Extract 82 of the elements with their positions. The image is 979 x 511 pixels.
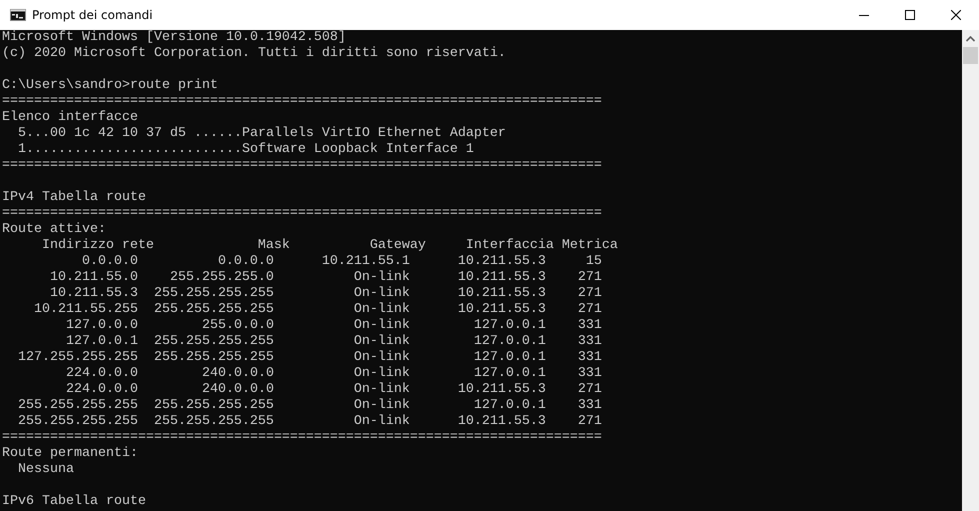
separator-line: =========================================================================== (2, 430, 602, 446)
console-line: 1...........................Software Loopback Interface 1 (16, 142, 474, 158)
table-cell: 10.211.55.255 (34, 302, 138, 317)
console-line: (c) 2020 Microsoft Corporation. Tutti i diritti sono riservati. (2, 46, 506, 62)
console-line: Elenco interfacce (2, 110, 138, 126)
table-cell: 240.0.0.0 (202, 366, 274, 381)
table-cell: On-link (354, 318, 410, 333)
table-cell: 255.255.255.0 (170, 270, 274, 285)
table-cell: On-link (354, 334, 410, 349)
table-cell: 255.255.255.255 (18, 414, 138, 429)
separator-line: =========================================================================== (2, 94, 602, 110)
table-cell: 271 (578, 270, 602, 285)
table-cell: On-link (354, 398, 410, 413)
console-line: Microsoft Windows [Versione 10.0.19042.508] (2, 30, 346, 46)
table-cell: 127.0.0.0 (66, 318, 138, 333)
table-cell: 331 (578, 366, 602, 381)
table-cell: 255.0.0.0 (202, 318, 274, 333)
separator-line: =========================================================================== (2, 158, 602, 174)
table-cell: 271 (578, 382, 602, 397)
table-cell: 127.0.0.1 (474, 318, 546, 333)
column-header: Gateway (370, 238, 426, 253)
table-cell: 10.211.55.3 (458, 302, 546, 317)
table-cell: 10.211.55.1 (322, 254, 410, 269)
table-cell: 271 (578, 414, 602, 429)
table-cell: 271 (578, 286, 602, 301)
console-line: 5...00 1c 42 10 37 d5 ......Parallels VirtIO Ethernet Adapter (16, 126, 506, 142)
table-cell: 331 (578, 398, 602, 413)
console-line: C:\Users\sandro>route print (2, 78, 218, 94)
table-cell: 331 (578, 334, 602, 349)
table-cell: On-link (354, 302, 410, 317)
console-line: IPv4 Tabella route (2, 190, 146, 206)
table-cell: 127.0.0.1 (474, 398, 546, 413)
table-cell: 127.255.255.255 (18, 350, 138, 365)
table-cell: 224.0.0.0 (66, 382, 138, 397)
table-cell: On-link (354, 270, 410, 285)
table-cell: 224.0.0.0 (66, 366, 138, 381)
table-cell: 127.0.0.1 (474, 334, 546, 349)
table-cell: 255.255.255.255 (154, 302, 274, 317)
separator-line: =========================================================================== (2, 206, 602, 222)
table-cell: 15 (586, 254, 602, 269)
table-cell: 127.0.0.1 (474, 366, 546, 381)
table-cell: 0.0.0.0 (82, 254, 138, 269)
console-icon (10, 9, 26, 21)
table-cell: On-link (354, 414, 410, 429)
table-cell: 10.211.55.3 (458, 382, 546, 397)
table-cell: 127.0.0.1 (66, 334, 138, 349)
console-line: Nessuna (16, 462, 74, 478)
column-header: Interfaccia (466, 238, 554, 253)
scroll-up-icon[interactable] (966, 36, 975, 42)
table-cell: 10.211.55.3 (50, 286, 138, 301)
table-cell: 10.211.55.3 (458, 286, 546, 301)
scrollbar[interactable] (962, 30, 979, 511)
window-title: Prompt dei comandi (32, 8, 153, 22)
close-icon (951, 10, 961, 20)
console-line: IPv6 Tabella route (2, 494, 146, 510)
table-cell: 255.255.255.255 (154, 286, 274, 301)
table-cell: 240.0.0.0 (202, 382, 274, 397)
table-cell: On-link (354, 382, 410, 397)
table-cell: On-link (354, 366, 410, 381)
table-cell: On-link (354, 286, 410, 301)
table-cell: 255.255.255.255 (154, 334, 274, 349)
table-cell: 10.211.55.3 (458, 414, 546, 429)
column-header: Metrica (562, 238, 618, 253)
table-cell: 0.0.0.0 (218, 254, 274, 269)
table-cell: 10.211.55.3 (458, 270, 546, 285)
console-line: Route permanenti: (2, 446, 138, 462)
table-cell: 255.255.255.255 (154, 350, 274, 365)
table-cell: 10.211.55.3 (458, 254, 546, 269)
table-cell: 255.255.255.255 (154, 414, 274, 429)
table-cell: 255.255.255.255 (154, 398, 274, 413)
column-header: Indirizzo rete (42, 238, 154, 253)
scroll-thumb[interactable] (963, 47, 978, 64)
table-cell: 255.255.255.255 (18, 398, 138, 413)
maximize-icon (905, 10, 915, 20)
table-cell: 10.211.55.0 (50, 270, 138, 285)
console-line: Route attive: (2, 222, 106, 238)
table-cell: 271 (578, 302, 602, 317)
table-cell: On-link (354, 350, 410, 365)
column-header: Mask (258, 238, 290, 253)
table-cell: 331 (578, 318, 602, 333)
table-cell: 331 (578, 350, 602, 365)
table-cell: 127.0.0.1 (474, 350, 546, 365)
